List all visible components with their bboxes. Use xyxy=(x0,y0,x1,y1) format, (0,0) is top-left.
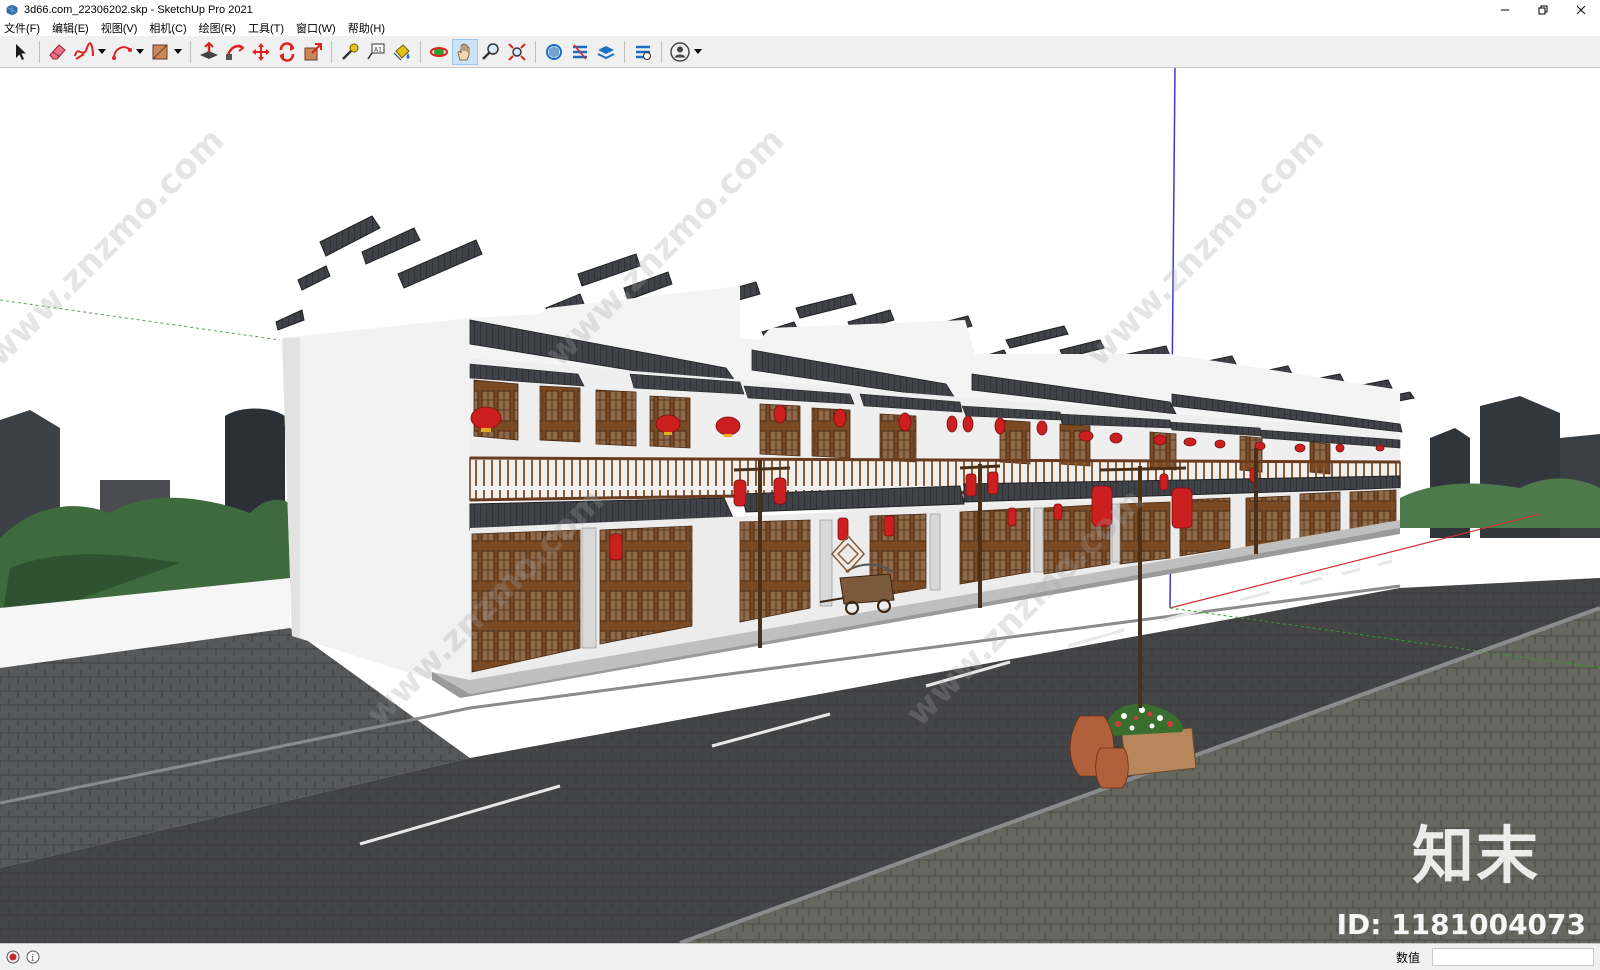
rectangle-dropdown[interactable] xyxy=(173,39,183,65)
toolbar-separator xyxy=(190,40,191,63)
arc-tool-button[interactable] xyxy=(109,39,135,65)
follow-me-tool-button[interactable] xyxy=(222,39,248,65)
caret-down-icon xyxy=(694,48,702,54)
model-viewport[interactable]: www.znzmo.com www.znzmo.com www.znzmo.co… xyxy=(0,68,1600,943)
follow-me-icon xyxy=(225,43,245,60)
toolbar-separator xyxy=(420,40,421,63)
orbit-icon xyxy=(430,46,448,57)
layout-button[interactable] xyxy=(593,39,619,65)
extension-manager-icon xyxy=(636,45,651,60)
text-tool-button[interactable]: A1 xyxy=(363,39,389,65)
tape-measure-icon xyxy=(342,43,359,60)
toolbar: A1 xyxy=(0,36,1600,68)
menu-camera[interactable]: 相机(C) xyxy=(149,20,186,36)
menu-window[interactable]: 窗口(W) xyxy=(296,20,336,36)
paint-bucket-tool-button[interactable] xyxy=(389,39,415,65)
menu-bar: 文件(F) 编辑(E) 视图(V) 相机(C) 绘图(R) 工具(T) 窗口(W… xyxy=(0,20,1600,36)
svg-text:A1: A1 xyxy=(374,46,382,53)
restore-button[interactable] xyxy=(1524,0,1562,20)
rotate-icon xyxy=(279,41,295,62)
text-icon: A1 xyxy=(367,43,385,59)
zoom-icon xyxy=(482,42,499,60)
measurements-label: 数值 xyxy=(1396,950,1421,965)
arc-dropdown[interactable] xyxy=(135,39,145,65)
pan-tool-button[interactable] xyxy=(452,38,478,65)
freehand-tool-button[interactable] xyxy=(71,39,97,65)
caret-down-icon xyxy=(174,48,182,54)
tape-measure-tool-button[interactable] xyxy=(337,39,363,65)
eraser-icon xyxy=(49,43,66,59)
account-icon xyxy=(670,41,690,62)
window-title: 3d66.com_22306202.skp - SketchUp Pro 202… xyxy=(24,4,253,16)
menu-draw[interactable]: 绘图(R) xyxy=(199,20,236,36)
menu-tools[interactable]: 工具(T) xyxy=(248,20,284,36)
toolbar-separator xyxy=(624,40,625,63)
caret-down-icon xyxy=(136,48,144,54)
arc-icon xyxy=(112,45,132,60)
brand-watermark: 知末 xyxy=(1411,819,1540,892)
rotate-tool-button[interactable] xyxy=(274,39,300,65)
orbit-tool-button[interactable] xyxy=(426,39,452,65)
toolbar-separator xyxy=(661,40,662,63)
close-icon xyxy=(1576,5,1586,15)
push-pull-icon xyxy=(200,41,218,59)
extension-warehouse-button[interactable] xyxy=(567,39,593,65)
toolbar-separator xyxy=(331,40,332,63)
zoom-extents-icon xyxy=(508,42,526,61)
rectangle-icon xyxy=(152,44,168,59)
svg-text:i: i xyxy=(31,954,34,964)
toolbar-separator xyxy=(39,40,40,63)
move-icon xyxy=(252,42,270,61)
restore-icon xyxy=(1538,5,1548,15)
menu-view[interactable]: 视图(V) xyxy=(101,20,138,36)
freehand-icon xyxy=(74,41,94,60)
menu-file[interactable]: 文件(F) xyxy=(4,20,40,36)
extension-warehouse-icon xyxy=(573,44,587,59)
georeference-icon[interactable] xyxy=(6,950,20,964)
title-bar: 3d66.com_22306202.skp - SketchUp Pro 202… xyxy=(0,0,1600,20)
move-tool-button[interactable] xyxy=(248,39,274,65)
pan-icon xyxy=(457,42,470,60)
account-dropdown[interactable] xyxy=(693,39,703,65)
freehand-dropdown[interactable] xyxy=(97,39,107,65)
sketchup-app-icon xyxy=(6,4,18,16)
scale-tool-button[interactable] xyxy=(300,39,326,65)
minimize-button[interactable] xyxy=(1486,0,1524,20)
minimize-icon xyxy=(1501,9,1509,11)
warehouse-icon xyxy=(546,43,562,60)
toolbar-separator xyxy=(535,40,536,63)
caret-down-icon xyxy=(98,48,106,54)
close-button[interactable] xyxy=(1562,0,1600,20)
id-watermark: ID: 1181004073 xyxy=(1336,908,1586,941)
rectangle-tool-button[interactable] xyxy=(147,39,173,65)
extension-manager-button[interactable] xyxy=(630,39,656,65)
warehouse-button[interactable] xyxy=(541,39,567,65)
zoom-tool-button[interactable] xyxy=(478,39,504,65)
info-icon[interactable]: i xyxy=(26,950,40,964)
menu-help[interactable]: 帮助(H) xyxy=(348,20,385,36)
select-tool-button[interactable] xyxy=(8,39,34,65)
eraser-tool-button[interactable] xyxy=(45,39,71,65)
zoom-extents-tool-button[interactable] xyxy=(504,39,530,65)
paint-bucket-icon xyxy=(393,43,410,60)
layout-icon xyxy=(597,45,615,59)
measurements-input[interactable] xyxy=(1432,948,1594,966)
select-icon xyxy=(16,43,26,60)
status-bar: i 数值 xyxy=(0,943,1600,970)
scale-icon xyxy=(304,42,322,60)
account-button[interactable] xyxy=(667,39,693,65)
menu-edit[interactable]: 编辑(E) xyxy=(52,20,89,36)
push-pull-tool-button[interactable] xyxy=(196,39,222,65)
scene-render: www.znzmo.com www.znzmo.com www.znzmo.co… xyxy=(0,68,1600,943)
